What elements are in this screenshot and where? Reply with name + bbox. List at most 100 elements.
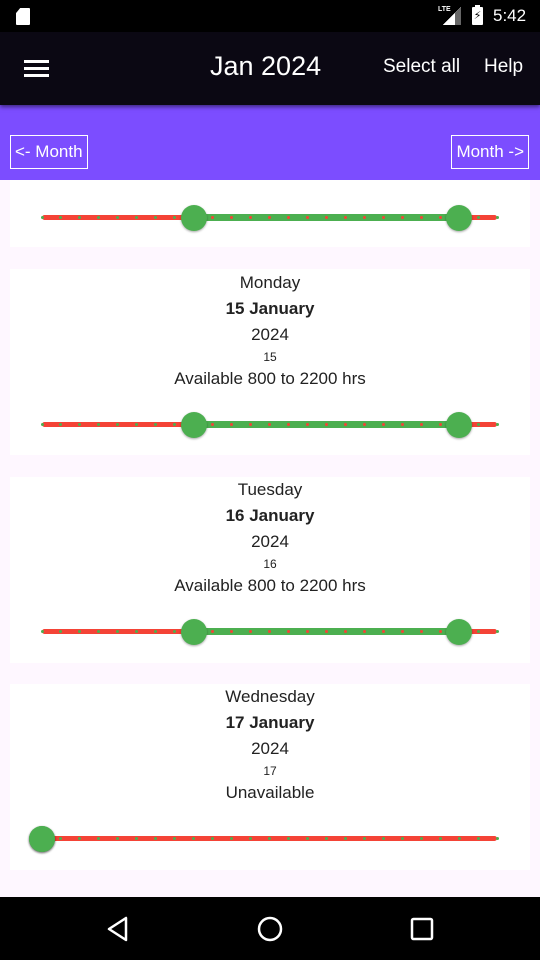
slider-tick (343, 630, 347, 633)
slider-tick (268, 837, 271, 840)
year-label: 2024 (251, 739, 289, 758)
slider-tick (40, 423, 44, 426)
slider-tick (40, 630, 44, 633)
day-number-label: 15 (263, 350, 277, 364)
status-bar: LTE 5:42 (0, 0, 540, 32)
month-navigation-bar: <- Month Month -> (0, 105, 540, 180)
slider-tick (438, 423, 442, 426)
slider-thumb-start[interactable] (180, 619, 207, 645)
clock: 5:42 (493, 6, 527, 25)
day-card: Wednesday 17 January 2024 17 Unavailable (10, 684, 530, 870)
slider-thumb-end[interactable] (29, 826, 55, 852)
slider-tick (286, 423, 290, 426)
date-label: 17 January (225, 713, 315, 732)
slider-tick (381, 630, 385, 633)
day-card: Monday 15 January 2024 15 Available 800 … (10, 269, 530, 455)
slider-tick (381, 423, 385, 426)
slider-tick (476, 423, 480, 426)
weekday-label: Tuesday (237, 480, 303, 499)
slider-tick (324, 423, 328, 426)
availability-status: Unavailable (225, 783, 315, 802)
slider-tick (286, 630, 290, 633)
slider-thumb-start[interactable] (180, 205, 207, 231)
slider-tick (305, 630, 309, 633)
slider-tick (419, 423, 423, 426)
slider-tick (476, 630, 480, 633)
availability-slider[interactable] (40, 619, 499, 645)
slider-tick (495, 630, 499, 633)
slider-tick (476, 837, 480, 840)
slider-tick (286, 216, 290, 219)
slider-tick (495, 216, 499, 219)
slider-tick (419, 630, 423, 633)
system-navigation-bar (0, 897, 540, 960)
slider-tick (495, 423, 499, 426)
day-number-label: 17 (263, 764, 277, 778)
day-card: Tuesday 16 January 2024 16 Available 800… (10, 477, 530, 663)
app-bar: Jan 2024 Select all Help (0, 32, 540, 105)
slider-tick (495, 837, 499, 840)
availability-slider[interactable] (40, 412, 499, 438)
availability-status: Available 800 to 2200 hrs (174, 369, 366, 388)
back-button[interactable] (104, 914, 134, 944)
slider-tick (268, 423, 271, 426)
availability-status: Available 800 to 2200 hrs (174, 576, 366, 595)
slider-tick (438, 630, 442, 633)
slider-thumb-start[interactable] (180, 412, 207, 438)
select-all-button[interactable]: Select all (383, 56, 460, 78)
slider-tick (324, 837, 328, 840)
slider-tick (286, 837, 290, 840)
weekday-label: Monday (239, 273, 301, 292)
slider-tick (343, 837, 347, 840)
help-button[interactable]: Help (484, 56, 523, 78)
day-list[interactable]: Monday 15 January 2024 15 Available 800 … (0, 180, 540, 897)
day-number-label: 16 (263, 557, 277, 571)
next-month-button[interactable]: Month -> (451, 135, 529, 169)
weekday-label: Wednesday (225, 687, 315, 706)
slider-tick (438, 216, 442, 219)
slider-tick (400, 837, 404, 840)
home-circle-icon (257, 916, 283, 942)
slider-tick (305, 216, 309, 219)
battery-charging-icon (472, 5, 483, 25)
sd-card-icon (16, 8, 30, 25)
availability-slider[interactable] (29, 826, 499, 852)
back-triangle-icon (107, 916, 128, 942)
recents-button[interactable] (407, 914, 437, 944)
slider-tick (343, 423, 347, 426)
slider-tick (400, 630, 404, 633)
slider-tick (362, 423, 366, 426)
slider-tick (400, 216, 404, 219)
slider-tick (343, 216, 347, 219)
slider-tick (438, 837, 442, 840)
year-label: 2024 (251, 532, 289, 551)
date-label: 15 January (225, 299, 315, 318)
slider-thumb-end[interactable] (446, 205, 473, 231)
home-button[interactable] (255, 914, 285, 944)
slider-tick (381, 837, 385, 840)
slider-tick (40, 216, 44, 219)
slider-tick (476, 216, 480, 219)
availability-slider[interactable] (40, 205, 499, 231)
recents-square-icon (410, 917, 434, 941)
slider-tick (268, 216, 271, 219)
slider-tick (305, 423, 309, 426)
slider-tick (268, 630, 271, 633)
page-title: Jan 2024 (210, 51, 322, 81)
slider-tick (305, 837, 309, 840)
slider-tick (400, 423, 404, 426)
year-label: 2024 (251, 325, 289, 344)
date-label: 16 January (225, 506, 315, 525)
slider-thumb-end[interactable] (446, 412, 473, 438)
slider-thumb-end[interactable] (446, 619, 473, 645)
slider-tick (324, 216, 328, 219)
slider-tick (381, 216, 385, 219)
slider-tick (419, 837, 423, 840)
slider-tick (457, 837, 461, 840)
previous-month-button[interactable]: <- Month (10, 135, 88, 169)
day-card (10, 180, 530, 247)
menu-icon[interactable] (24, 60, 49, 77)
slider-tick (324, 630, 328, 633)
slider-tick (419, 216, 423, 219)
slider-tick (362, 837, 366, 840)
